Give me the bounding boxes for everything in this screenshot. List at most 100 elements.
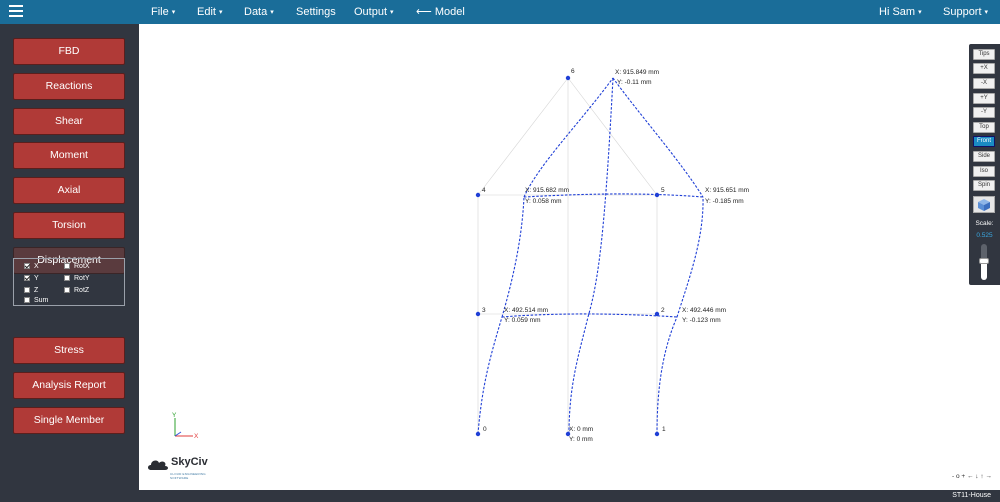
scale-slider-thumb[interactable] [979, 258, 989, 265]
menu-data[interactable]: Data ▾ [244, 0, 274, 24]
annotation-x: X: 915.651 mm [705, 187, 749, 194]
navigation-arrows[interactable]: - o + ← ↓ ↑ → [952, 473, 992, 480]
checkbox-x[interactable]: X [24, 262, 39, 272]
view-plus-x-button[interactable]: +X [973, 63, 995, 74]
annotation-x: X: 0 mm [569, 426, 593, 433]
node-label-5: 5 [661, 187, 665, 194]
node-6[interactable] [565, 75, 571, 81]
node-labels: 0 1 2 3 4 5 6 [482, 68, 666, 433]
hamburger-menu-icon[interactable] [9, 5, 23, 19]
deformed-beam-upper [523, 193, 704, 198]
logo-tagline: CLOUD ENGINEERING SOFTWARE [170, 472, 206, 480]
checkbox-rotx[interactable]: RotX [64, 262, 90, 272]
displacement-annotations: X: 915.849 mm Y: -0.11 mm X: 915.682 mm … [504, 69, 749, 443]
stress-button[interactable]: Stress [13, 337, 125, 364]
view-controls-panel: Tips +X -X +Y -Y Top Front Side Iso Spin… [969, 44, 1000, 285]
deformed-column-mid-lower [568, 316, 589, 435]
view-front-button[interactable]: Front [973, 136, 995, 147]
node-4[interactable] [475, 192, 481, 198]
checkbox-unchecked-icon [64, 263, 70, 269]
node-0[interactable] [475, 431, 481, 437]
model-viewport[interactable]: 0 1 2 3 4 5 6 X: 915.849 mm Y: -0.11 mm … [139, 24, 1000, 490]
spin-button[interactable]: Spin [973, 180, 995, 191]
annotation-x: X: 492.514 mm [504, 307, 548, 314]
caret-down-icon: ▾ [218, 9, 223, 16]
single-member-button[interactable]: Single Member [13, 407, 125, 434]
checkbox-checked-icon [24, 263, 30, 269]
undeformed-rafter-left [477, 77, 569, 196]
reactions-button[interactable]: Reactions [13, 73, 125, 100]
node-5[interactable] [654, 192, 660, 198]
node-3[interactable] [475, 311, 481, 317]
user-menu[interactable]: Hi Sam ▾ [879, 0, 922, 24]
node-2[interactable] [654, 311, 660, 317]
node-label-0: 0 [483, 426, 487, 433]
view-plus-y-button[interactable]: +Y [973, 93, 995, 104]
view-iso-button[interactable]: Iso [973, 166, 995, 177]
shear-button[interactable]: Shear [13, 108, 125, 135]
view-minus-x-button[interactable]: -X [973, 78, 995, 89]
cloud-logo-icon [148, 460, 168, 470]
checkbox-unchecked-icon [64, 287, 70, 293]
torsion-button[interactable]: Torsion [13, 212, 125, 239]
annotation-x: X: 492.446 mm [682, 307, 726, 314]
logo-wordmark: SkyCiv [171, 456, 208, 468]
menu-output[interactable]: Output ▾ [354, 0, 394, 24]
node-1[interactable] [654, 431, 660, 437]
menu-edit[interactable]: Edit ▾ [197, 0, 222, 24]
node-label-1: 1 [662, 426, 666, 433]
top-menu-bar: File ▾ Edit ▾ Data ▾ Settings Output ▾ ⟵ Mod… [0, 0, 1000, 24]
y-axis-label: Y [172, 412, 177, 419]
annotation-x: X: 915.849 mm [615, 69, 659, 76]
deformed-shape [477, 77, 704, 435]
checkbox-y[interactable]: Y [24, 274, 39, 284]
deformed-column-left-upper [501, 196, 525, 318]
view-cube-button[interactable] [973, 196, 995, 213]
moment-button[interactable]: Moment [13, 142, 125, 169]
view-side-button[interactable]: Side [973, 151, 995, 162]
skyciv-logo: SkyCiv CLOUD ENGINEERING SOFTWARE [146, 456, 216, 480]
z-axis-line [174, 431, 182, 437]
deformed-rafter-right [612, 77, 704, 198]
x-axis-label: X [194, 433, 199, 440]
axis-triad: Y X [172, 412, 199, 440]
caret-down-icon: ▾ [390, 9, 394, 16]
checkbox-z[interactable]: Z [24, 286, 38, 296]
fbd-button[interactable]: FBD [13, 38, 125, 65]
scale-label: Scale: [975, 220, 994, 227]
cube-icon [978, 199, 990, 211]
caret-down-icon: ▾ [984, 9, 989, 16]
view-minus-y-button[interactable]: -Y [973, 107, 995, 118]
node-label-3: 3 [482, 307, 486, 314]
menu-settings[interactable]: Settings [296, 0, 336, 24]
menu-back-to-model[interactable]: ⟵ Model [416, 0, 465, 24]
deformed-column-left-lower [477, 316, 503, 435]
checkbox-unchecked-icon [24, 287, 30, 293]
checkbox-rotz[interactable]: RotZ [64, 286, 89, 296]
caret-down-icon: ▾ [270, 9, 274, 16]
analysis-report-button[interactable]: Analysis Report [13, 372, 125, 399]
checkbox-unchecked-icon [64, 275, 70, 281]
tips-button[interactable]: Tips [973, 49, 995, 60]
deformed-rafter-left [523, 77, 614, 198]
checkbox-sum[interactable]: Sum [24, 296, 48, 306]
deformed-column-right-upper [676, 196, 704, 318]
displacement-diagram: 0 1 2 3 4 5 6 X: 915.849 mm Y: -0.11 mm … [172, 68, 749, 443]
support-menu[interactable]: Support ▾ [943, 0, 988, 24]
scale-slider[interactable] [979, 244, 989, 280]
checkbox-unchecked-icon [24, 297, 30, 303]
axial-button[interactable]: Axial [13, 177, 125, 204]
status-bar: ST11-House [0, 490, 1000, 502]
node-label-4: 4 [482, 187, 486, 194]
undeformed-frame [477, 77, 658, 434]
view-top-button[interactable]: Top [973, 122, 995, 133]
deformed-column-mid-upper [587, 77, 614, 318]
annotation-y: Y: 0.059 mm [504, 317, 541, 324]
deformed-column-right-lower [656, 316, 678, 435]
annotation-y: Y: -0.185 mm [705, 198, 744, 205]
checkbox-roty[interactable]: RotY [64, 274, 90, 284]
checkbox-checked-icon [24, 275, 30, 281]
menu-file[interactable]: File ▾ [151, 0, 175, 24]
model-name: ST11-House [952, 492, 991, 499]
annotation-y: Y: -0.11 mm [617, 79, 652, 86]
